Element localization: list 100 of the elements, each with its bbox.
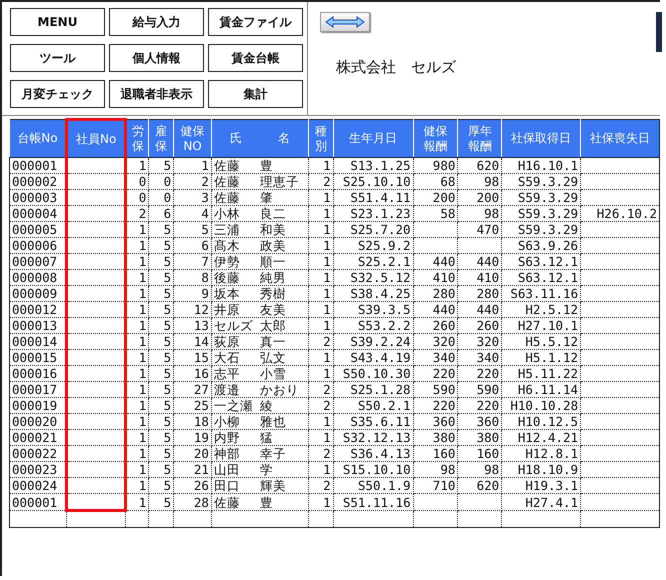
table-cell: S63.11.16 (502, 286, 581, 302)
table-cell: S25.1.28 (333, 382, 414, 398)
menu-button[interactable]: 個人情報 (109, 44, 204, 72)
table-cell: 000007 (10, 254, 66, 270)
table-cell: 6 (148, 206, 174, 222)
table-cell: 980 (413, 158, 458, 174)
table-cell: 14 (174, 334, 212, 350)
name-cell: 佐藤 豊 (211, 158, 308, 174)
table-cell: 0 (148, 190, 174, 206)
table-cell: 280 (458, 286, 502, 302)
resize-button[interactable] (320, 12, 370, 32)
table-cell: 19 (174, 430, 212, 446)
table-cell: 000013 (10, 318, 66, 334)
name-cell: 佐藤 理恵子 (211, 174, 308, 190)
table-cell: 470 (458, 222, 502, 238)
table-cell: 2 (308, 398, 334, 414)
table-cell: 98 (458, 462, 502, 478)
table-cell: 000023 (10, 462, 66, 478)
table-cell: S32.5.12 (333, 270, 414, 286)
table-cell: 1 (308, 254, 334, 270)
name-cell: 坂本 秀樹 (211, 286, 308, 302)
menu-button[interactable]: 月変チェック (10, 80, 105, 108)
table-cell: 440 (413, 302, 458, 318)
menu-button[interactable]: 賃金ファイル (208, 8, 303, 36)
table-cell: H16.10.1 (502, 158, 581, 174)
table-cell (66, 366, 126, 382)
table-cell: 5 (148, 398, 174, 414)
table-cell: 5 (148, 270, 174, 286)
table-cell: 440 (413, 254, 458, 270)
table-cell: 340 (458, 350, 502, 366)
menu-button[interactable]: MENU (10, 8, 105, 36)
table-cell: 160 (413, 446, 458, 462)
menu-button[interactable]: 退職者非表示 (109, 80, 204, 108)
table-cell: 5 (148, 254, 174, 270)
table-cell: 200 (458, 190, 502, 206)
table-cell: H27.10.1 (502, 318, 581, 334)
menu-button[interactable]: ツール (10, 44, 105, 72)
name-cell: 山田 学 (211, 462, 308, 478)
name-cell: 内野 猛 (211, 430, 308, 446)
table-cell: 1 (308, 430, 334, 446)
table-cell (66, 334, 126, 350)
table-cell: 1 (308, 414, 334, 430)
table-cell: 1 (308, 302, 334, 318)
table-cell (66, 286, 126, 302)
name-cell: 井原 友美 (211, 302, 308, 318)
table-cell: 5 (148, 494, 174, 510)
table-cell (66, 350, 126, 366)
table-cell: 340 (413, 350, 458, 366)
table-cell: S50.2.1 (333, 398, 414, 414)
table-cell: S23.1.23 (333, 206, 414, 222)
table-cell: 1 (308, 158, 334, 174)
table-cell: 1 (126, 158, 149, 174)
scrollbar-handle (656, 12, 662, 52)
table-cell: S25.7.20 (333, 222, 414, 238)
table-cell: H10.12.5 (502, 414, 581, 430)
table-cell (66, 478, 126, 494)
table-cell: 0 (126, 174, 149, 190)
name-cell: 後藤 純男 (211, 270, 308, 286)
menu-button[interactable]: 集計 (208, 80, 303, 108)
table-cell: 000002 (10, 174, 66, 190)
table-cell: 220 (413, 366, 458, 382)
table-cell: 5 (148, 238, 174, 254)
menu-button[interactable]: 賃金台帳 (208, 44, 303, 72)
table-cell: S63.12.1 (502, 254, 581, 270)
table-cell: 1 (126, 334, 149, 350)
name-cell: セルズ 太郎 (211, 318, 308, 334)
column-header: 社保取得日 (502, 120, 581, 158)
table-cell: S59.3.29 (502, 206, 581, 222)
table-cell: 98 (458, 206, 502, 222)
table-cell (66, 270, 126, 286)
table-cell: 0 (148, 174, 174, 190)
table-cell: 000005 (10, 222, 66, 238)
table-cell: S50.1.9 (333, 478, 414, 494)
table-cell: 000001 (10, 158, 66, 174)
table-cell: H5.11.22 (502, 366, 581, 382)
table-cell: 28 (174, 494, 212, 510)
table-cell (66, 414, 126, 430)
column-header: 台帳No (10, 120, 66, 158)
menu-button[interactable]: 給与入力 (109, 8, 204, 36)
table-cell: 1 (308, 462, 334, 478)
table-cell: 220 (458, 398, 502, 414)
table-cell: 000006 (10, 238, 66, 254)
table-cell: 710 (413, 478, 458, 494)
table-cell: 16 (174, 366, 212, 382)
table-cell: 590 (413, 382, 458, 398)
table-cell: S39.3.5 (333, 302, 414, 318)
name-cell: 荻原 真一 (211, 334, 308, 350)
table-cell: 18 (174, 414, 212, 430)
table-cell: 68 (413, 174, 458, 190)
table-cell: 000017 (10, 382, 66, 398)
name-cell: 三浦 和美 (211, 222, 308, 238)
table-cell: 20 (174, 446, 212, 462)
table-cell: 5 (148, 302, 174, 318)
name-cell: 神部 幸子 (211, 446, 308, 462)
table-cell: 5 (148, 222, 174, 238)
table-cell: 380 (413, 430, 458, 446)
table-cell: 8 (174, 270, 212, 286)
table-cell: 2 (308, 334, 334, 350)
name-cell: 佐藤 豊 (211, 494, 308, 510)
table-cell: 000014 (10, 334, 66, 350)
